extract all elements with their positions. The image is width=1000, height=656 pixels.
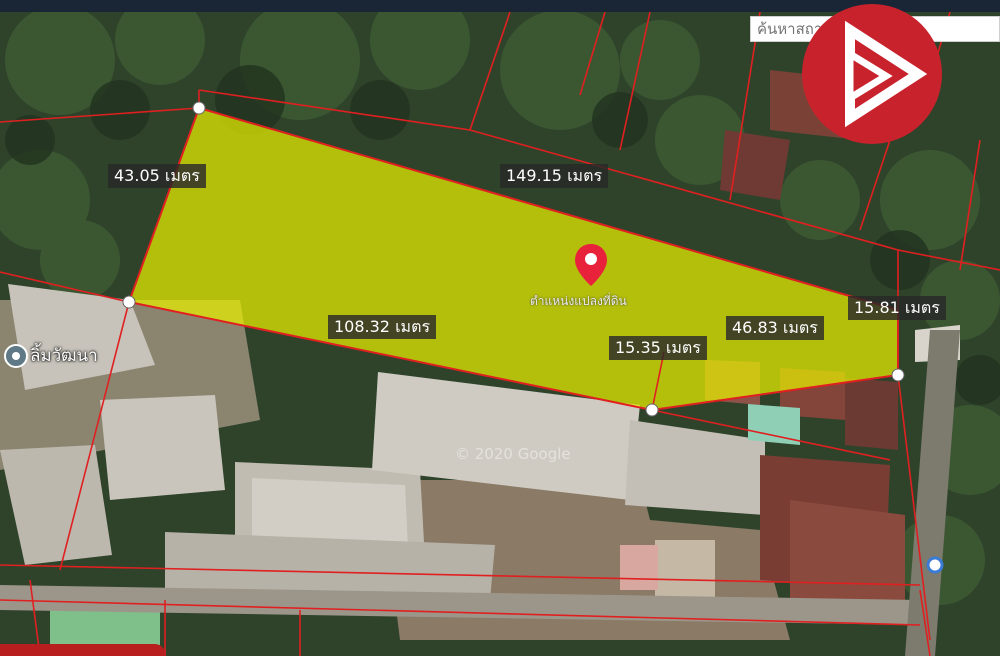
- vertex-southwest: [122, 295, 136, 309]
- measurement-label-notch-side: 15.35 เมตร: [609, 336, 707, 360]
- vertex-east: [891, 368, 905, 382]
- place-marker-icon[interactable]: [3, 343, 29, 369]
- map-attribution: © 2020 Google: [455, 445, 571, 463]
- vertex-northwest: [192, 101, 206, 115]
- measurement-label-north-side: 149.15 เมตร: [500, 164, 609, 188]
- place-name-label[interactable]: ลิ้มวัฒนา: [30, 342, 98, 369]
- measurement-label-south-west-side: 108.32 เมตร: [328, 315, 437, 339]
- bottom-tag: [0, 644, 165, 656]
- vertex-south-notch: [645, 403, 659, 417]
- measurement-label-west-side: 43.05 เมตร: [108, 164, 206, 188]
- parcel-caption: ตำแหน่งแปลงที่ดิน: [530, 294, 627, 308]
- measurement-label-south-east-side: 46.83 เมตร: [726, 316, 824, 340]
- measurement-label-east-side: 15.81 เมตร: [848, 296, 946, 320]
- brand-logo-icon[interactable]: [800, 2, 944, 146]
- road-marker[interactable]: [926, 556, 944, 574]
